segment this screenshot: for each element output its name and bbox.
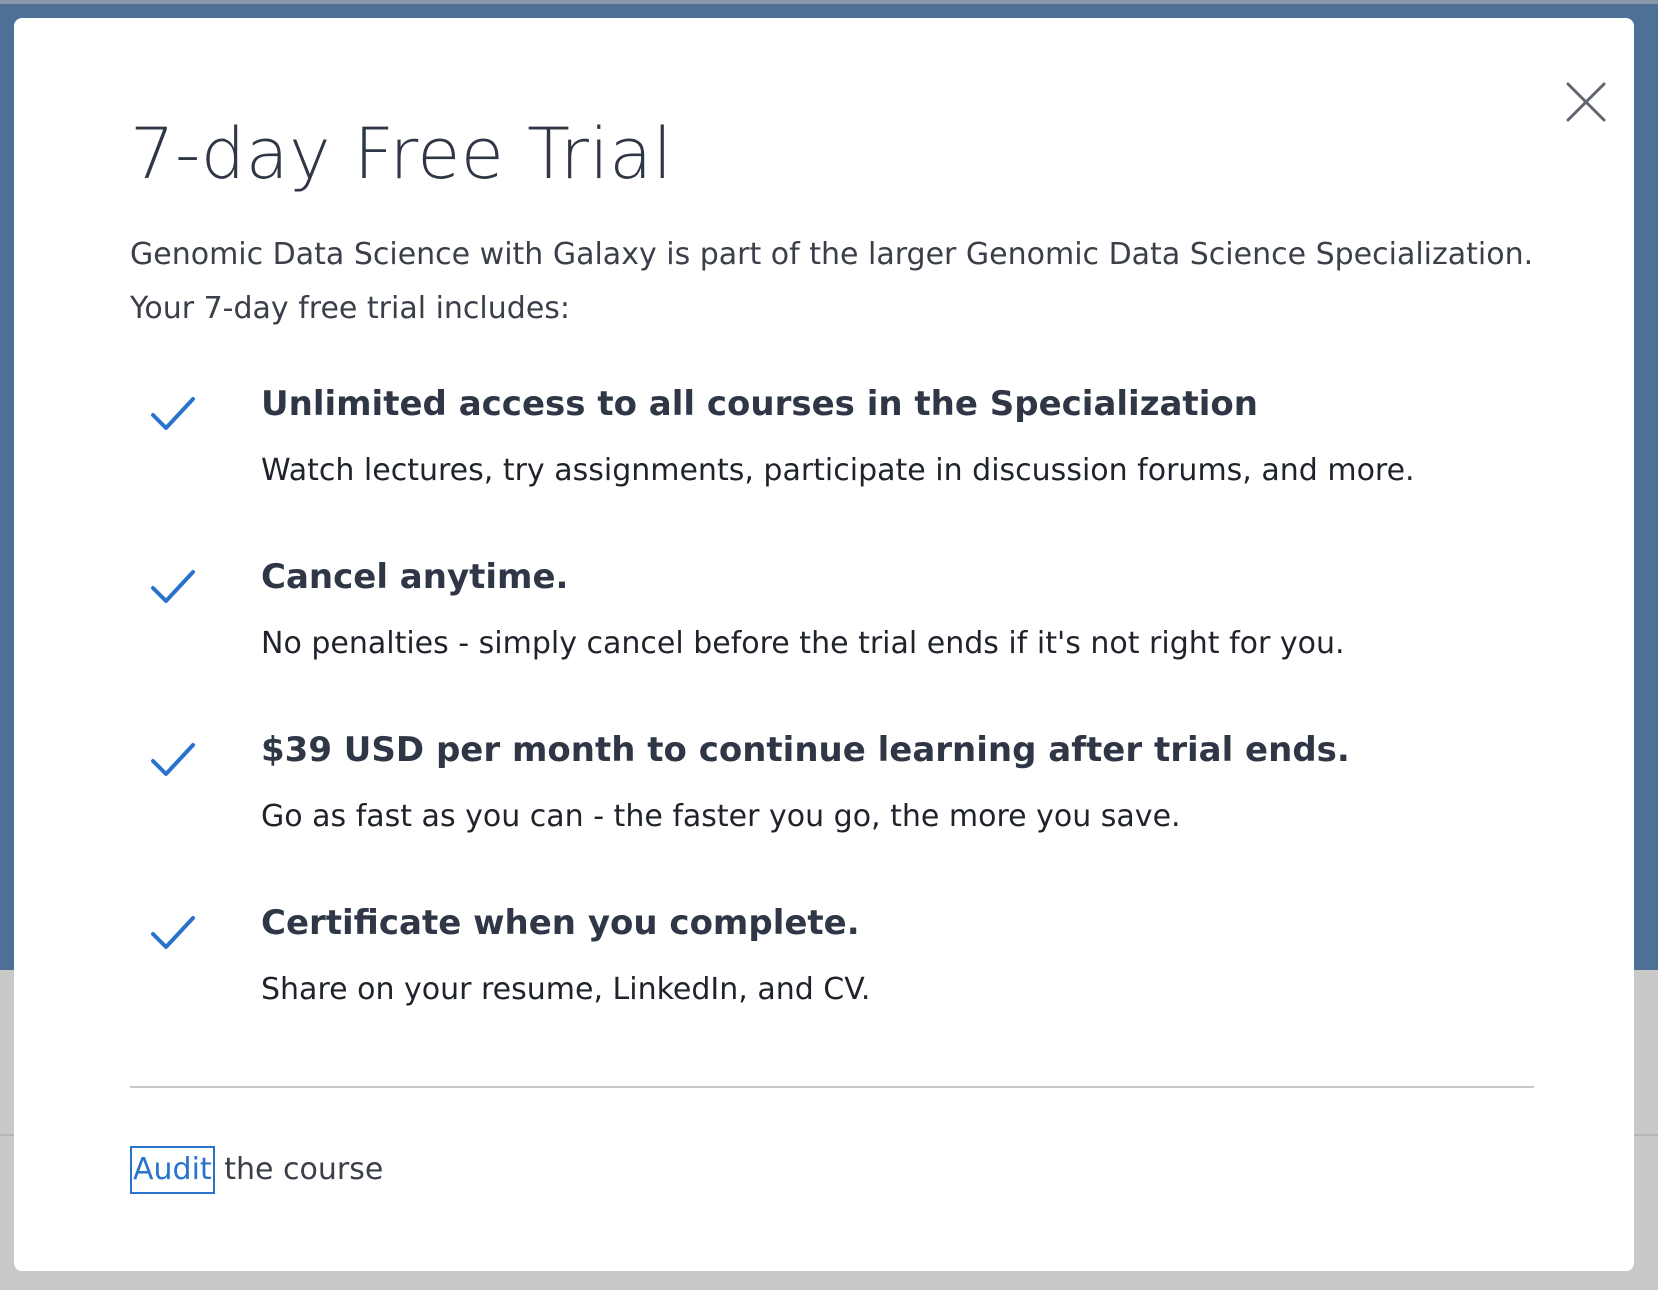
- feature-title: Cancel anytime.: [261, 557, 569, 597]
- audit-course-row: Audit the course: [130, 1146, 383, 1194]
- checkmark-icon: [151, 916, 195, 949]
- feature-item: Cancel anytime. No penalties - simply ca…: [130, 551, 1570, 724]
- checkmark-icon: [151, 397, 195, 430]
- feature-description: Go as fast as you can - the faster you g…: [261, 799, 1181, 834]
- close-button[interactable]: [1550, 66, 1620, 136]
- feature-list: Unlimited access to all courses in the S…: [130, 378, 1570, 1070]
- page-backdrop-edge: [0, 0, 1658, 4]
- feature-item: Certificate when you complete. Share on …: [130, 897, 1570, 1070]
- feature-title: $39 USD per month to continue learning a…: [261, 730, 1350, 770]
- feature-item: $39 USD per month to continue learning a…: [130, 724, 1570, 897]
- close-icon: [1566, 82, 1606, 122]
- modal-subtitle: Genomic Data Science with Galaxy is part…: [130, 228, 1570, 336]
- footer-divider: [130, 1086, 1534, 1088]
- free-trial-modal: 7-day Free Trial Genomic Data Science wi…: [14, 18, 1634, 1271]
- feature-title: Unlimited access to all courses in the S…: [261, 384, 1258, 424]
- feature-description: Watch lectures, try assignments, partici…: [261, 453, 1415, 488]
- audit-link[interactable]: Audit: [130, 1146, 215, 1194]
- feature-item: Unlimited access to all courses in the S…: [130, 378, 1570, 551]
- modal-title: 7-day Free Trial: [130, 113, 673, 195]
- audit-rest-text: the course: [214, 1152, 384, 1187]
- feature-description: Share on your resume, LinkedIn, and CV.: [261, 972, 871, 1007]
- checkmark-icon: [151, 743, 195, 776]
- subtitle-line-1: Genomic Data Science with Galaxy is part…: [130, 237, 1534, 272]
- feature-title: Certificate when you complete.: [261, 903, 860, 943]
- checkmark-icon: [151, 570, 195, 603]
- feature-description: No penalties - simply cancel before the …: [261, 626, 1345, 661]
- subtitle-line-2: Your 7-day free trial includes:: [130, 291, 571, 326]
